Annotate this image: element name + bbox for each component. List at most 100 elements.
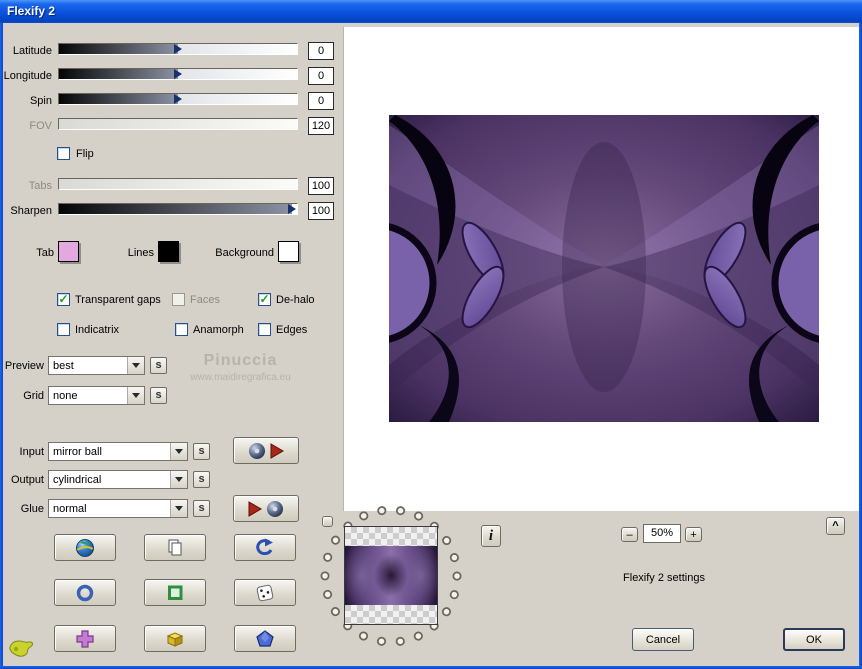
randomize-button[interactable] [234, 579, 296, 606]
glue-dropdown[interactable]: normal [48, 499, 188, 518]
load-image-button[interactable] [54, 534, 116, 561]
faces-label: Faces [190, 294, 220, 306]
watermark-name: Pinuccia [203, 352, 278, 369]
flexify-window: Flexify 2 Latitude 0 Longitude 0 Spin 0 … [0, 0, 862, 669]
preview-canvas[interactable] [343, 27, 859, 511]
flip-label: Flip [76, 148, 94, 160]
zoom-in-button[interactable]: + [685, 527, 702, 542]
square-mode-button[interactable] [144, 579, 206, 606]
tabs-value[interactable]: 100 [308, 177, 334, 195]
longitude-slider-thumb[interactable] [174, 69, 182, 79]
play-sphere-icon [248, 500, 283, 517]
fov-label: FOV [29, 120, 52, 132]
chevron-down-icon[interactable] [170, 500, 187, 517]
spin-slider-fill [59, 94, 178, 104]
latitude-slider-fill [59, 44, 178, 54]
sphere-play-icon [249, 442, 284, 459]
spin-value[interactable]: 0 [308, 92, 334, 110]
info-icon: i [488, 527, 494, 544]
cross-icon [76, 629, 94, 648]
tabs-label: Tabs [28, 180, 52, 192]
pentagon-icon [256, 629, 274, 647]
edges-label: Edges [276, 324, 308, 336]
indicatrix-checkbox[interactable] [57, 323, 70, 336]
sharpen-slider[interactable] [58, 203, 298, 215]
sharpen-slider-fill [59, 204, 293, 214]
output-thumbnail[interactable] [344, 526, 438, 625]
zoom-out-button[interactable]: – [621, 527, 638, 542]
cross-mode-button[interactable] [54, 625, 116, 652]
ring-mode-button[interactable] [54, 579, 116, 606]
fov-value[interactable]: 120 [308, 117, 334, 135]
copy-pages-icon [168, 539, 182, 555]
dice-icon [256, 584, 274, 601]
grid-seed-button[interactable]: s [150, 387, 167, 404]
ok-button[interactable]: OK [783, 628, 845, 651]
render-back-button[interactable] [233, 495, 299, 522]
tab-color-swatch[interactable] [58, 241, 79, 262]
grid-dropdown[interactable]: none [48, 386, 145, 405]
chevron-down-icon[interactable] [127, 357, 144, 374]
chevron-down-icon[interactable] [170, 443, 187, 460]
info-button[interactable]: i [481, 525, 501, 547]
lines-color-swatch[interactable] [158, 241, 179, 262]
output-thumbnail-image [345, 546, 437, 605]
square-icon [168, 585, 183, 600]
input-dropdown-value: mirror ball [53, 445, 102, 458]
preview-image [389, 115, 819, 422]
chevron-down-icon[interactable] [127, 387, 144, 404]
longitude-slider-fill [59, 69, 178, 79]
de-halo-label: De-halo [276, 294, 315, 306]
anamorph-checkbox[interactable] [175, 323, 188, 336]
latitude-slider-thumb[interactable] [174, 44, 182, 54]
glue-seed-button[interactable]: s [193, 500, 210, 517]
watermark-url: www.maidiregrafica.eu [190, 372, 291, 383]
latitude-label: Latitude [12, 45, 52, 57]
titlebar[interactable]: Flexify 2 [0, 0, 862, 23]
output-dropdown[interactable]: cylindrical [48, 470, 188, 489]
tabs-slider [58, 178, 298, 190]
input-label: Input [19, 446, 44, 458]
zoom-level: 50% [643, 524, 681, 543]
de-halo-checkbox[interactable]: ✓ [258, 293, 271, 306]
gem-mode-button[interactable] [234, 625, 296, 652]
spin-slider[interactable] [58, 93, 298, 105]
indicatrix-label: Indicatrix [75, 324, 120, 336]
check-icon: ✓ [58, 292, 69, 306]
cube-icon [166, 631, 184, 647]
collapse-button[interactable]: ^ [826, 517, 845, 535]
output-seed-button[interactable]: s [193, 471, 210, 488]
background-color-swatch[interactable] [278, 241, 299, 262]
spin-slider-thumb[interactable] [174, 94, 182, 104]
undo-button[interactable] [234, 534, 296, 561]
longitude-value[interactable]: 0 [308, 67, 334, 85]
latitude-slider[interactable] [58, 43, 298, 55]
preview-dropdown[interactable]: best [48, 356, 145, 375]
cancel-button[interactable]: Cancel [632, 628, 694, 651]
fov-slider [58, 118, 298, 130]
chevron-down-icon[interactable] [170, 471, 187, 488]
preview-dropdown-value: best [53, 359, 74, 372]
plus-icon: + [690, 528, 697, 541]
grid-dropdown-value: none [53, 389, 78, 402]
copy-settings-button[interactable] [144, 534, 206, 561]
undo-arrow-icon [256, 538, 273, 555]
edges-checkbox[interactable] [258, 323, 271, 336]
input-seed-button[interactable]: s [193, 443, 210, 460]
globe-icon [76, 538, 94, 557]
render-forward-button[interactable] [233, 437, 299, 464]
lines-color-label: Lines [127, 247, 154, 259]
longitude-slider[interactable] [58, 68, 298, 80]
grid-label: Grid [23, 390, 44, 402]
spin-label: Spin [29, 95, 52, 107]
flip-checkbox[interactable] [57, 147, 70, 160]
transparent-gaps-label: Transparent gaps [75, 294, 161, 306]
tab-color-label: Tab [36, 247, 54, 259]
sharpen-slider-thumb[interactable] [288, 204, 297, 214]
sharpen-value[interactable]: 100 [308, 202, 334, 220]
background-color-label: Background [215, 247, 274, 259]
transparent-gaps-checkbox[interactable]: ✓ [57, 293, 70, 306]
latitude-value[interactable]: 0 [308, 42, 334, 60]
input-dropdown[interactable]: mirror ball [48, 442, 188, 461]
box-mode-button[interactable] [144, 625, 206, 652]
